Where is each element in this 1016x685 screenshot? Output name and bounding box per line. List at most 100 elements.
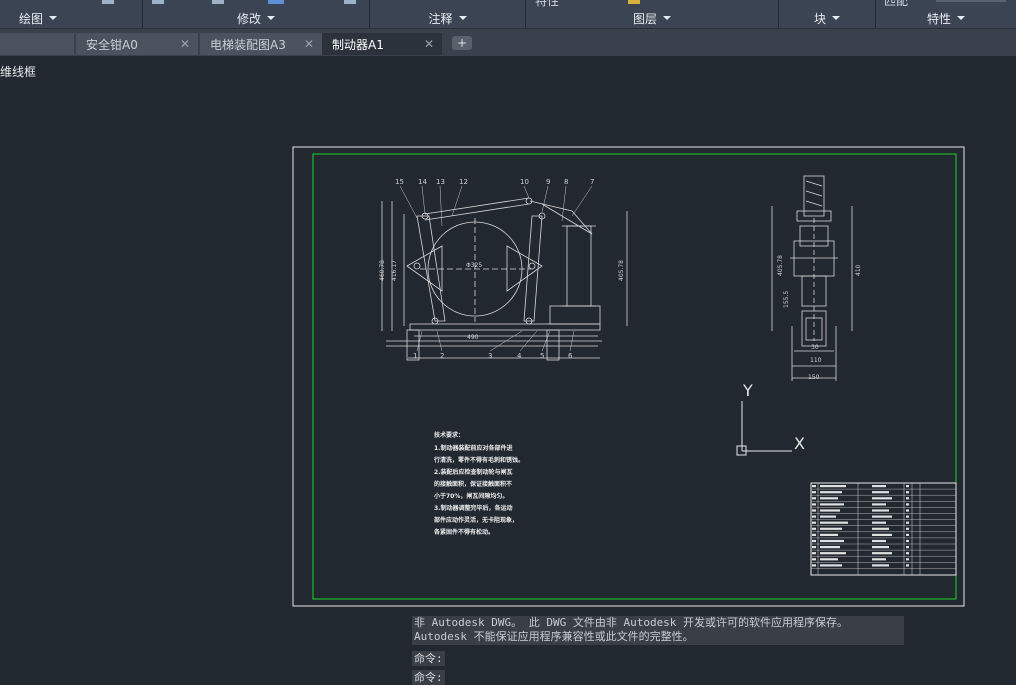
table-cell-text (812, 497, 816, 500)
table-cell-text (872, 503, 886, 506)
chevron-down-icon (49, 16, 57, 20)
table-cell-text (872, 485, 886, 488)
tab-elevator-assembly[interactable]: 电梯装配图A3 ✕ (200, 33, 322, 55)
table-cell-text (906, 533, 909, 536)
table-cell-text (812, 558, 816, 561)
callout-9: 9 (546, 178, 550, 186)
table-cell-text (872, 491, 889, 494)
panel-layers[interactable]: 图层 (526, 9, 778, 27)
tab-label: 制动器A1 (332, 37, 384, 52)
close-icon[interactable]: ✕ (304, 37, 314, 51)
chevron-down-icon (663, 16, 671, 20)
new-tab-button[interactable]: + (452, 36, 472, 50)
notes-line: 3.制动器调整完毕后，各运动 (434, 504, 512, 512)
table-cell-text (906, 491, 909, 494)
table-cell-text (812, 491, 816, 494)
ucs-icon: Y X (736, 381, 805, 456)
table-cell-text (820, 564, 842, 567)
chevron-down-icon (832, 16, 840, 20)
notes-line: 各紧固件不得有松动。 (433, 528, 494, 536)
table-cell-text (906, 527, 909, 530)
tab-safety-gear[interactable]: 安全钳A0 ✕ (76, 33, 198, 55)
table-cell-text (820, 515, 836, 518)
table-cell-text (820, 558, 838, 561)
property-dropdown[interactable] (936, 0, 1006, 2)
table-cell-text (872, 552, 892, 555)
table-cell-text (812, 503, 816, 506)
dim-side-height-3: 155.5 (783, 291, 790, 308)
table-cell-text (872, 533, 892, 536)
dim-side-30: 30 (811, 344, 819, 351)
notes-line: 行清洗，零件不得有毛刺和锈蚀。 (433, 456, 524, 464)
table-cell-text (872, 546, 889, 549)
callout-4: 4 (517, 352, 522, 360)
table-cell-text (812, 539, 816, 543)
table-cell-text (872, 515, 892, 518)
table-cell-text (872, 539, 886, 543)
notes-line: 技术要求： (434, 431, 464, 439)
table-cell-text (906, 564, 909, 567)
panel-draw-label: 绘图 (18, 11, 43, 26)
tool-icon[interactable] (344, 0, 356, 4)
panel-block-label: 块 (813, 11, 826, 26)
dim-side-150: 150 (808, 374, 820, 381)
notes-line: 小于70%，闸瓦间隙均匀。 (433, 492, 508, 500)
table-cell-text (812, 485, 816, 488)
callout-3: 3 (488, 352, 492, 360)
tab-partial[interactable] (0, 33, 74, 55)
panel-draw[interactable]: 绘图 (0, 9, 76, 27)
dim-side-height-2: 410 (855, 264, 862, 276)
dimension-labels: Φ325 460.78 416.17 405.78 490 405.78 410… (379, 255, 862, 381)
drawing-frame (312, 153, 957, 600)
table-cell-text (812, 546, 816, 549)
table-cell-text (812, 527, 816, 530)
chevron-down-icon (267, 16, 275, 20)
dim-height-2: 416.17 (391, 260, 398, 281)
table-cell-text (820, 497, 838, 500)
table-cell-text (812, 521, 816, 524)
callout-7: 7 (590, 178, 594, 186)
table-cell-text (872, 527, 889, 530)
tool-icon[interactable] (268, 0, 284, 4)
file-tab-bar: 安全钳A0 ✕ 电梯装配图A3 ✕ 制动器A1 ✕ + (0, 29, 1016, 56)
panel-annotation[interactable]: 注释 (370, 9, 525, 27)
panel-block[interactable]: 块 (779, 9, 875, 27)
close-icon[interactable]: ✕ (180, 37, 190, 51)
brake-front-view (381, 197, 628, 361)
viewport-style-label[interactable]: 维线框 (0, 63, 36, 80)
callout-10: 10 (520, 178, 529, 186)
close-icon[interactable]: ✕ (424, 37, 434, 51)
parts-list-table (810, 482, 957, 576)
drawing-sheet[interactable]: 15 14 13 12 10 9 8 7 1 2 3 4 5 6 Φ325 46… (292, 146, 966, 608)
tool-icon[interactable] (102, 0, 114, 4)
command-input[interactable]: 命令: (412, 670, 445, 685)
table-cell-text (906, 558, 909, 561)
table-cell-text (820, 503, 844, 506)
tool-icon[interactable] (152, 0, 164, 4)
warning-line-2: Autodesk 不能保证应用程序兼容性或此文件的完整性。 (414, 630, 694, 643)
callout-5: 5 (540, 352, 544, 360)
layer-icon[interactable] (628, 0, 640, 4)
notes-line: 的接触面积，保证接触面积不 (434, 480, 512, 488)
panel-properties-label: 特性 (926, 11, 951, 26)
tab-brake[interactable]: 制动器A1 ✕ (322, 33, 442, 55)
table-cell-text (872, 509, 889, 512)
match-tool-label[interactable]: 匹配 (884, 0, 908, 7)
table-cell-text (820, 533, 838, 536)
panel-modify[interactable]: 修改 (143, 9, 369, 27)
dim-height-3: 405.78 (618, 260, 625, 281)
ucs-x-label: X (794, 434, 805, 453)
dim-width: 490 (467, 334, 479, 341)
callout-15: 15 (395, 178, 404, 186)
properties-tool-label[interactable]: 特性 (535, 0, 559, 7)
chevron-down-icon (957, 16, 965, 20)
table-cell-text (820, 546, 840, 549)
callout-2: 2 (440, 352, 444, 360)
table-cell-text (812, 509, 816, 512)
tab-label: 电梯装配图A3 (210, 37, 286, 52)
table-cell-text (872, 521, 886, 524)
panel-properties[interactable]: 特性 (876, 9, 1016, 27)
tool-icon[interactable] (212, 0, 224, 4)
table-cell-text (906, 546, 909, 549)
table-cell-text (820, 509, 840, 512)
